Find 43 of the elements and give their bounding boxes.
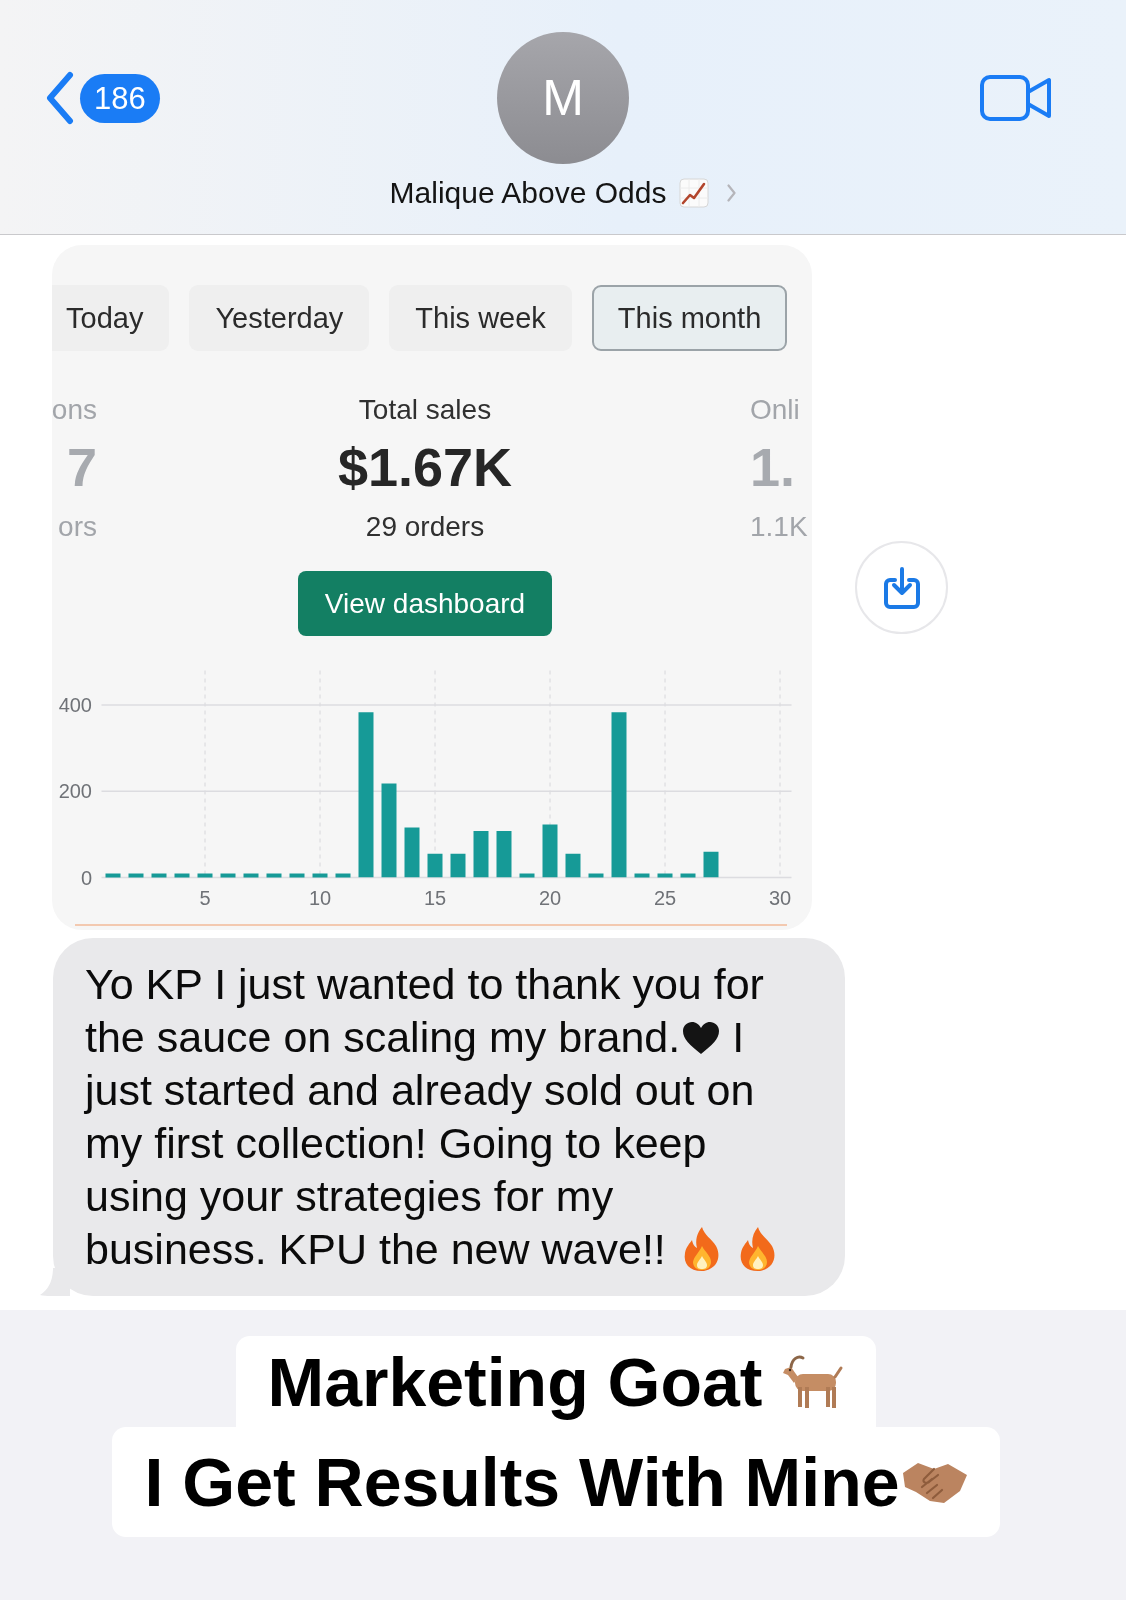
video-camera-icon[interactable] — [980, 75, 1052, 121]
x-axis-label: 10 — [308, 887, 332, 909]
bar — [427, 853, 443, 878]
metric-label: ons — [52, 393, 97, 427]
caption-text: I Get Results With Mine — [144, 1443, 900, 1522]
metric-subtext: 29 orders — [365, 510, 485, 544]
y-axis-label: 400 — [58, 694, 92, 716]
bar — [542, 824, 558, 878]
bar — [703, 851, 719, 878]
contact-name-button[interactable]: Malique Above Odds — [389, 175, 737, 211]
metric-value: 7 — [66, 436, 97, 499]
bar — [496, 830, 512, 878]
date-range-tab[interactable]: This month — [591, 285, 788, 351]
metric-value: 1. — [750, 436, 796, 499]
chart-increasing-icon — [679, 178, 710, 208]
metric-subtext: ors — [58, 510, 97, 544]
chevron-right-icon — [727, 184, 737, 202]
metric-label: Onli — [750, 393, 800, 427]
date-range-tab[interactable]: Today — [52, 285, 170, 351]
x-axis-label: 25 — [653, 887, 677, 909]
x-axis-label: 20 — [538, 887, 562, 909]
caption-text: Marketing Goat — [267, 1342, 763, 1422]
bar — [404, 827, 420, 878]
bar — [565, 853, 581, 878]
back-icon[interactable] — [45, 71, 75, 125]
metric-value: $1.67K — [337, 436, 513, 499]
heart-icon — [682, 1021, 721, 1055]
unread-count-badge: 186 — [80, 73, 160, 123]
goat-icon — [782, 1353, 845, 1410]
metric-label: Total sales — [358, 393, 492, 427]
x-axis-label: 5 — [199, 887, 211, 909]
bar — [473, 830, 489, 878]
date-range-tab[interactable]: Yesterday — [189, 285, 370, 351]
message-text: Yo KP I just wanted to thank you for the sauce on scaling my brand. I just started and already sold out on my first collection! Going to keep using your strategies for my business. KPU the new wave!! — [85, 958, 795, 1276]
x-axis-label: 15 — [423, 887, 447, 909]
metric-subtext: 1.1K — [750, 510, 808, 544]
view-dashboard-button[interactable]: View dashboard — [297, 571, 553, 636]
bar — [450, 853, 466, 878]
x-axis-label: 30 — [768, 887, 792, 909]
y-axis-label: 200 — [58, 780, 92, 803]
download-icon — [882, 565, 921, 610]
y-axis-label: 0 — [80, 866, 92, 889]
date-range-tab[interactable]: This week — [389, 285, 572, 351]
